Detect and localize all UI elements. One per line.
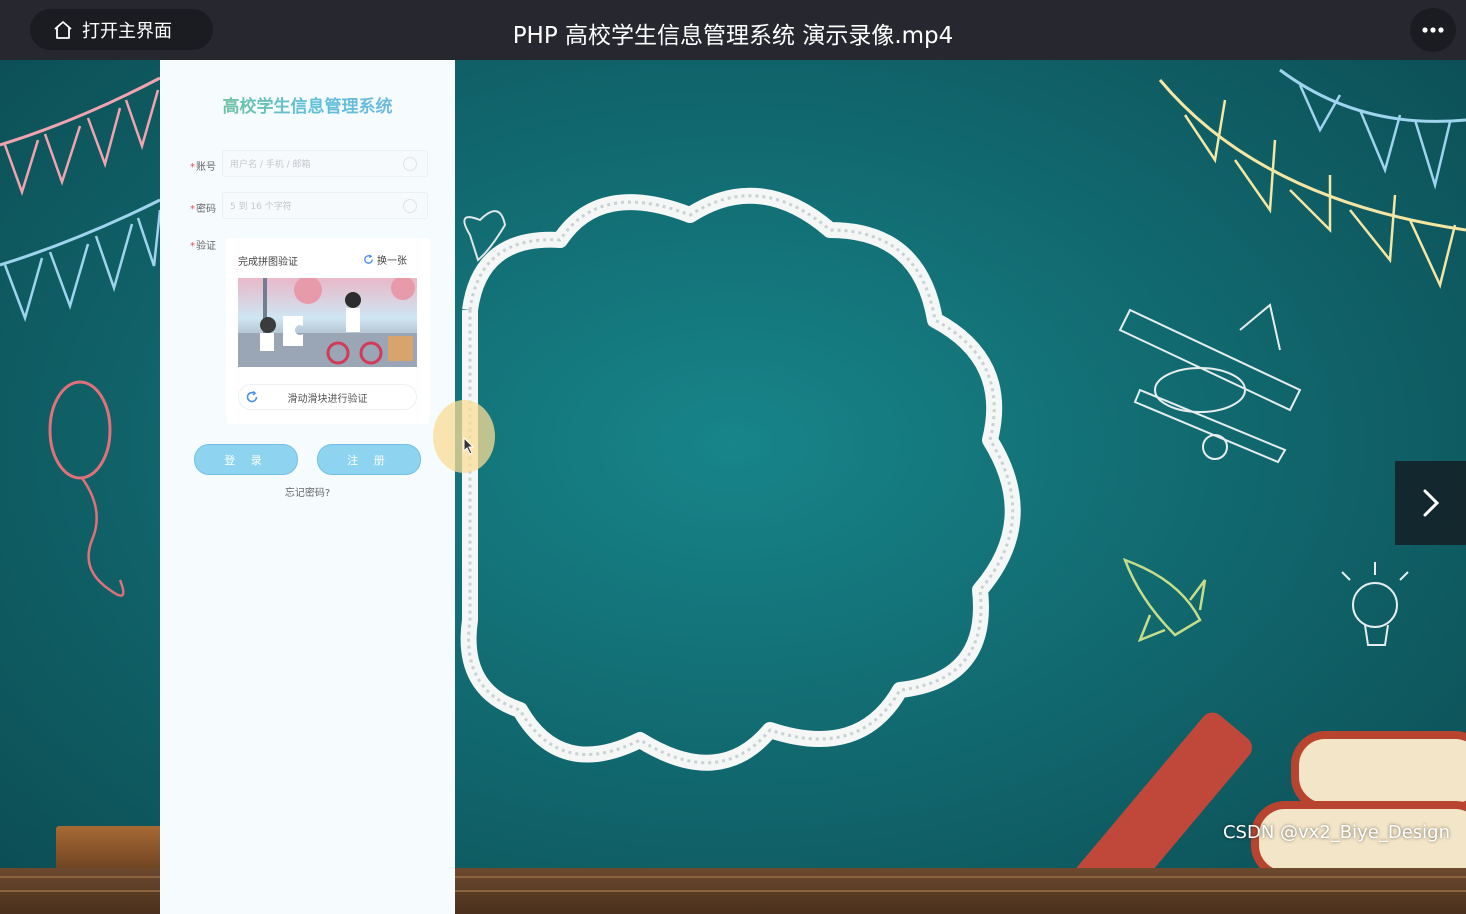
video-title: PHP 高校学生信息管理系统 演示录像.mp4 <box>512 23 954 49</box>
captcha-refresh-button[interactable]: 换一张 <box>363 252 407 267</box>
account-label: *账号 <box>190 162 216 173</box>
password-label: *密码 <box>190 204 216 215</box>
clear-icon[interactable] <box>403 199 417 213</box>
video-frame: 高校学生信息管理系统 *账号 用户名 / 手机 / 邮箱 *密码 5 到 16 … <box>0 60 1466 914</box>
player-topbar: 打开主界面 PHP 高校学生信息管理系统 演示录像.mp4 <box>0 0 1466 60</box>
more-button[interactable] <box>1410 8 1456 52</box>
slider-knob[interactable] <box>245 390 259 407</box>
account-input[interactable]: 用户名 / 手机 / 邮箱 <box>222 150 428 177</box>
cursor-icon <box>463 437 475 455</box>
more-icon <box>1422 27 1444 33</box>
forgot-password-link[interactable]: 忘记密码? <box>160 484 455 499</box>
slider-hint: 滑动滑块进行验证 <box>287 393 368 405</box>
refresh-icon <box>364 254 373 264</box>
refresh-icon <box>246 390 258 403</box>
verify-label: *验证 <box>190 241 216 252</box>
captcha-illustration <box>238 278 417 367</box>
captcha-slider[interactable]: 滑动滑块进行验证 <box>238 384 417 410</box>
captcha-box: 完成拼图验证 换一张 滑动滑块进行验证 <box>226 238 430 424</box>
register-button[interactable]: 注 册 <box>317 444 421 475</box>
next-button[interactable] <box>1395 461 1466 545</box>
required-mark: * <box>190 162 195 173</box>
password-input[interactable]: 5 到 16 个字符 <box>222 192 428 219</box>
required-mark: * <box>190 241 195 252</box>
watermark: CSDN @vx2_Biye_Design <box>1222 822 1450 843</box>
system-title: 高校学生信息管理系统 <box>160 92 455 117</box>
chalk-ledge <box>56 826 166 870</box>
next-icon <box>1423 489 1439 517</box>
clear-icon[interactable] <box>403 157 417 171</box>
captcha-image <box>238 278 417 367</box>
password-placeholder: 5 到 16 个字符 <box>230 202 292 212</box>
account-placeholder: 用户名 / 手机 / 邮箱 <box>230 160 311 170</box>
captcha-title: 完成拼图验证 <box>238 257 298 268</box>
login-panel: 高校学生信息管理系统 *账号 用户名 / 手机 / 邮箱 *密码 5 到 16 … <box>160 60 455 914</box>
required-mark: * <box>190 204 195 215</box>
login-button[interactable]: 登 录 <box>194 444 298 475</box>
